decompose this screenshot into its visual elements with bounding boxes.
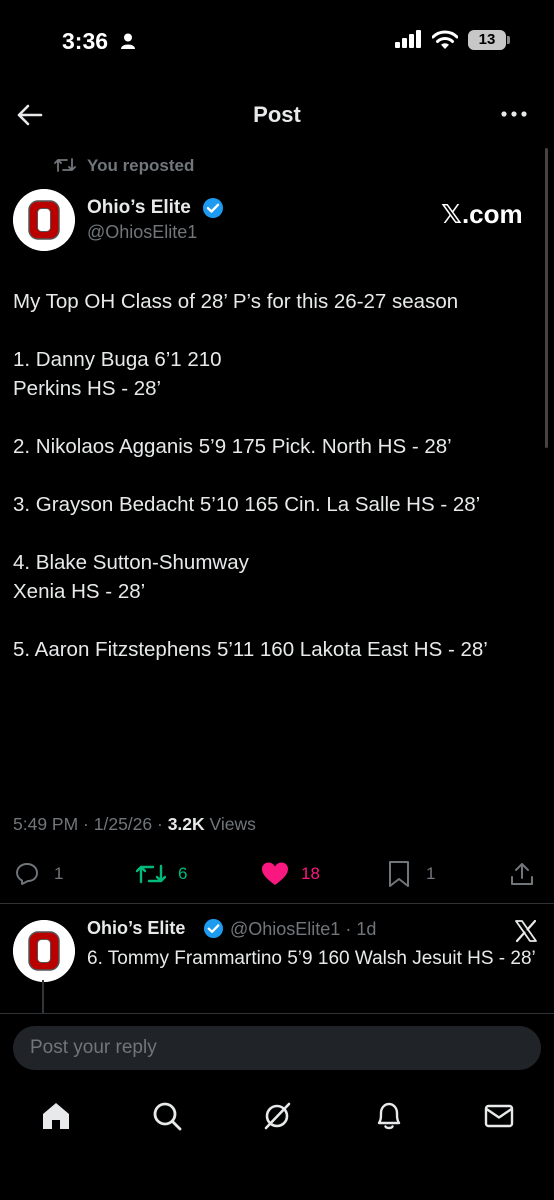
post-text: My Top OH Class of 28’ P’s for this 26-2… bbox=[13, 290, 488, 661]
bookmark-count: 1 bbox=[426, 864, 436, 883]
avatar[interactable] bbox=[13, 189, 75, 251]
views-count[interactable]: 3.2K bbox=[168, 814, 205, 834]
repost-button[interactable]: 6 bbox=[136, 860, 187, 888]
scrollbar[interactable] bbox=[545, 148, 548, 448]
divider bbox=[0, 1013, 554, 1014]
repost-icon bbox=[136, 864, 166, 884]
reply-text: 6. Tommy Frammartino 5’9 160 Walsh Jesui… bbox=[87, 948, 536, 969]
repost-label: You reposted bbox=[87, 156, 195, 175]
repost-count: 6 bbox=[178, 864, 188, 883]
thread-line bbox=[42, 980, 44, 1014]
signal-icon bbox=[395, 30, 421, 48]
ohio-state-logo bbox=[13, 920, 75, 982]
reply-handle[interactable]: @OhiosElite1 · 1d bbox=[230, 919, 376, 940]
verified-icon bbox=[203, 198, 223, 218]
views-label: Views bbox=[204, 814, 256, 834]
share-icon bbox=[511, 863, 533, 885]
reply-placeholder: Post your reply bbox=[30, 1037, 157, 1058]
bell-icon[interactable] bbox=[373, 1100, 405, 1132]
author-name[interactable]: Ohio’s Elite bbox=[87, 197, 191, 219]
author-handle[interactable]: @OhiosElite1 bbox=[87, 222, 197, 243]
verified-icon bbox=[203, 918, 224, 939]
post-meta: 5:49 PM · 1/25/26 · 3.2K Views bbox=[13, 814, 256, 835]
reply-icon bbox=[16, 863, 38, 885]
grok-icon[interactable] bbox=[261, 1100, 293, 1132]
bookmark-button[interactable]: 1 bbox=[388, 860, 435, 888]
battery-tip bbox=[507, 36, 510, 44]
meta-separator: · bbox=[152, 814, 168, 834]
reply-count: 1 bbox=[54, 864, 64, 883]
reply-button[interactable]: 1 bbox=[14, 860, 63, 888]
person-icon bbox=[121, 33, 135, 49]
page-title: Post bbox=[253, 102, 301, 127]
share-button[interactable] bbox=[510, 860, 534, 888]
status-time: 3:36 bbox=[62, 28, 109, 54]
bookmark-icon bbox=[389, 861, 409, 887]
post-date: 1/25/26 bbox=[93, 814, 153, 834]
ohio-state-logo bbox=[13, 189, 75, 251]
wifi-icon bbox=[432, 30, 458, 49]
home-icon[interactable] bbox=[40, 1100, 72, 1132]
x-logo-icon[interactable] bbox=[513, 918, 539, 944]
post-time: 5:49 PM bbox=[13, 814, 79, 834]
battery-indicator: 13 bbox=[468, 30, 506, 50]
like-button[interactable]: 18 bbox=[261, 860, 320, 888]
divider bbox=[0, 903, 554, 904]
source-badge[interactable]: 𝕏.com bbox=[441, 199, 523, 230]
like-icon bbox=[262, 862, 288, 885]
repost-icon bbox=[54, 158, 76, 172]
reply-avatar[interactable] bbox=[13, 920, 75, 982]
like-count: 18 bbox=[301, 864, 320, 883]
mail-icon[interactable] bbox=[483, 1100, 515, 1132]
reply-author-name[interactable]: Ohio’s Elite bbox=[87, 918, 185, 939]
more-icon[interactable] bbox=[500, 104, 528, 124]
meta-separator: · bbox=[78, 814, 94, 834]
search-icon[interactable] bbox=[151, 1100, 183, 1132]
